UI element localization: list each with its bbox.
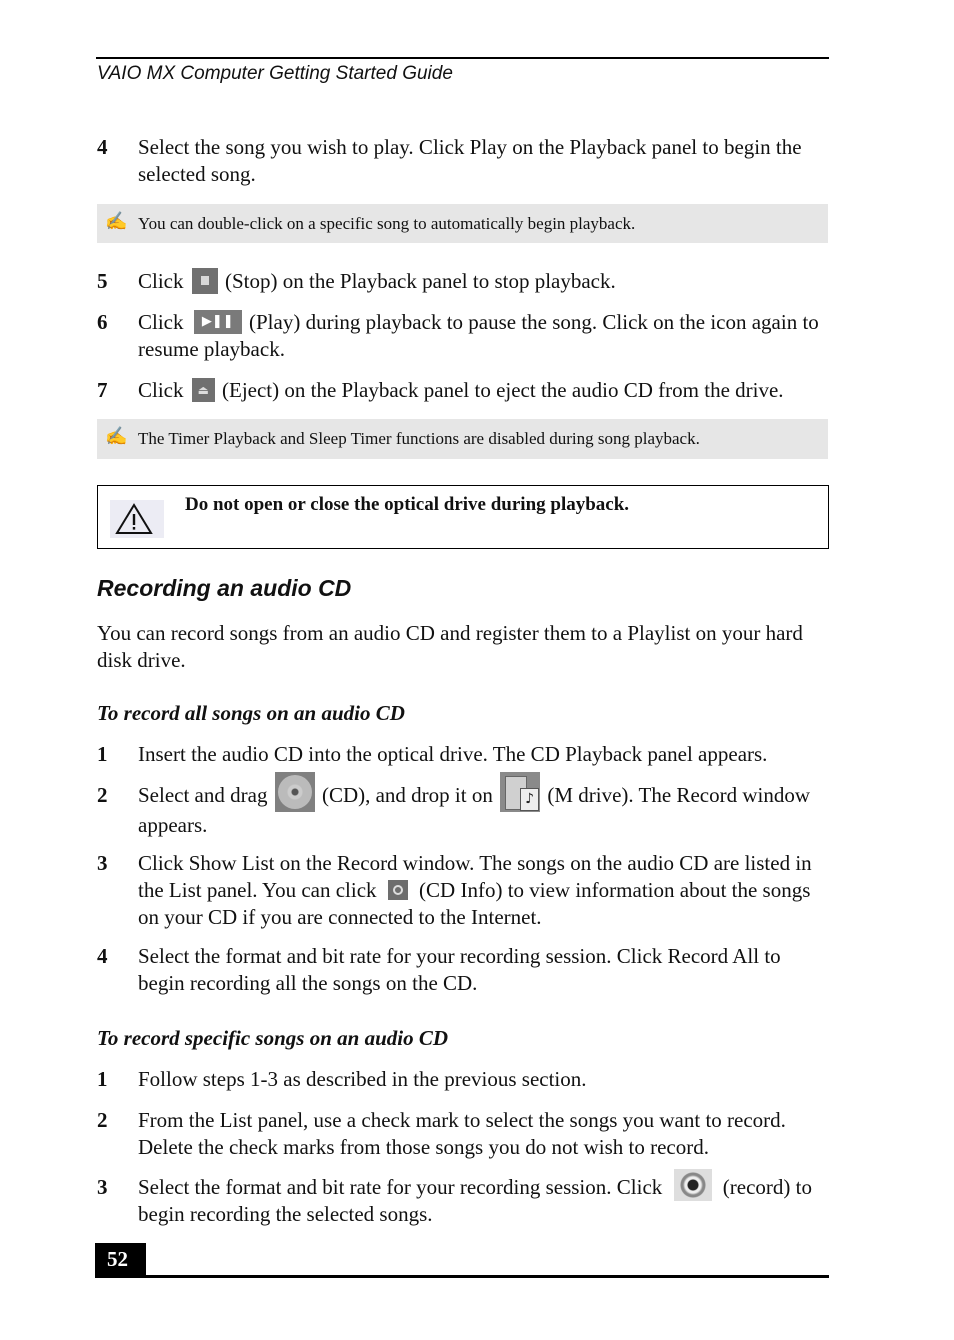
record-all-step-3: 3 Click Show List on the Record window. … [97, 850, 832, 931]
warning-box: Do not open or close the optical drive d… [97, 485, 829, 549]
step-number: 3 [97, 851, 108, 875]
stop-icon [191, 268, 218, 295]
step-text-pre: Select the format and bit rate for your … [138, 1175, 663, 1199]
record-specific-step-3: 3 Select the format and bit rate for you… [97, 1169, 832, 1228]
note-pen-icon: ✍ [105, 211, 128, 231]
eject-icon: ⏏ [191, 378, 215, 403]
step-text-post: (Stop) on the Playback panel to stop pla… [225, 269, 616, 293]
play-pause-icon: ▶❚❚ [193, 310, 242, 335]
page-number: 52 [95, 1243, 146, 1277]
step-text: Follow steps 1-3 as described in the pre… [138, 1067, 587, 1091]
step-6-play: 6 Click ▶❚❚ (Play) during playback to pa… [97, 309, 832, 363]
record-all-step-2: 2 Select and drag (CD), and drop it on (… [97, 772, 832, 839]
step-text-pre: Select and drag [138, 783, 268, 807]
running-header: VAIO MX Computer Getting Started Guide [97, 63, 453, 84]
cd-info-icon [387, 880, 408, 901]
subheading-record-specific: To record specific songs on an audio CD [97, 1026, 449, 1050]
step-7-eject: 7 Click ⏏ (Eject) on the Playback panel … [97, 377, 832, 404]
section-intro: You can record songs from an audio CD an… [97, 621, 803, 672]
record-all-step-1: 1 Insert the audio CD into the optical d… [97, 741, 832, 768]
record-icon [673, 1169, 712, 1202]
record-specific-step-1: 1 Follow steps 1-3 as described in the p… [97, 1066, 832, 1093]
header-rule [96, 57, 829, 59]
step-text: Select the format and bit rate for your … [138, 944, 781, 995]
step-number: 3 [97, 1175, 108, 1199]
note-text: The Timer Playback and Sleep Timer funct… [138, 429, 700, 448]
record-specific-step-2: 2 From the List panel, use a check mark … [97, 1107, 832, 1161]
step-number: 1 [97, 742, 108, 766]
record-all-step-4: 4 Select the format and bit rate for you… [97, 943, 832, 997]
m-drive-icon [500, 772, 541, 813]
note-text: You can double-click on a specific song … [138, 214, 636, 233]
cd-icon [274, 772, 315, 813]
step-number: 2 [97, 1108, 108, 1132]
step-number: 7 [97, 378, 108, 402]
step-text-post: (Eject) on the Playback panel to eject t… [222, 378, 784, 402]
step-number: 2 [97, 783, 108, 807]
step-number: 4 [97, 944, 108, 968]
note-pen-icon: ✍ [105, 426, 128, 446]
step-number: 1 [97, 1067, 108, 1091]
note-box: ✍ You can double-click on a specific son… [97, 204, 828, 243]
step-text-pre: Click [138, 310, 184, 334]
step-4-playback: 4 Select the song you wish to play. Clic… [97, 134, 832, 188]
step-number: 4 [97, 135, 108, 159]
step-5-stop: 5 Click (Stop) on the Playback panel to … [97, 268, 832, 295]
step-number: 5 [97, 269, 108, 293]
warning-icon [110, 500, 164, 538]
step-text-mid: (CD), and drop it on [321, 783, 493, 807]
step-text: Select the song you wish to play. Click … [138, 135, 802, 186]
step-text-pre: Click [138, 378, 184, 402]
step-number: 6 [97, 310, 108, 334]
note-box: ✍ The Timer Playback and Sleep Timer fun… [97, 419, 828, 459]
subheading-record-all: To record all songs on an audio CD [97, 701, 405, 725]
section-title: Recording an audio CD [97, 575, 352, 601]
step-text: Insert the audio CD into the optical dri… [138, 742, 768, 766]
warning-text: Do not open or close the optical drive d… [185, 494, 630, 515]
footer-rule [95, 1275, 829, 1278]
step-text: From the List panel, use a check mark to… [138, 1108, 786, 1159]
step-text-pre: Click [138, 269, 184, 293]
